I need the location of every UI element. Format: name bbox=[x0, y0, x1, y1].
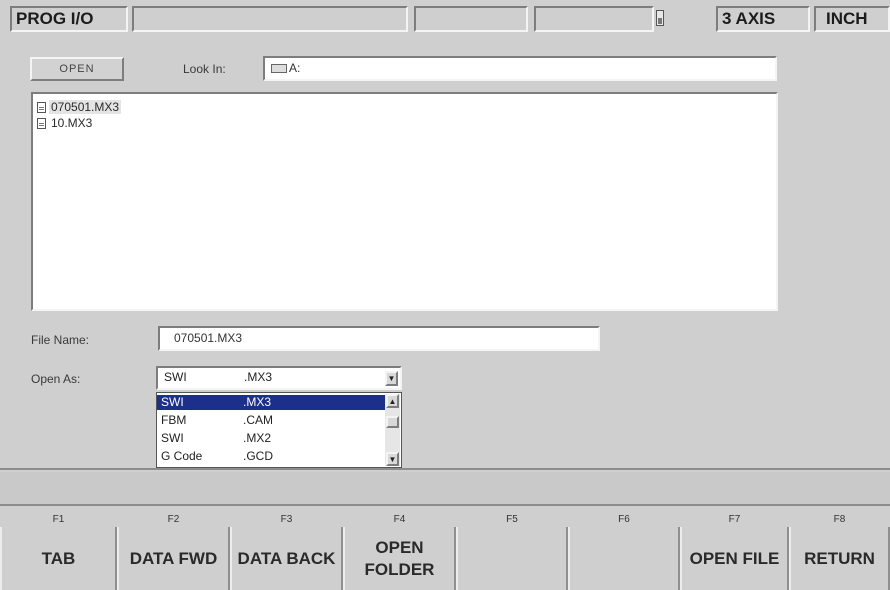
file-name: 070501.MX3 bbox=[49, 100, 122, 114]
dropdown-scrollbar[interactable]: ▲ ▼ bbox=[385, 394, 400, 466]
look-in-value: A: bbox=[289, 61, 301, 75]
dropdown-option[interactable]: SWI .MX3 bbox=[157, 395, 385, 410]
status-field-2 bbox=[414, 6, 528, 32]
f7-key-number: F7 bbox=[728, 514, 741, 525]
dropdown-option[interactable]: FBM .CAM bbox=[157, 413, 385, 428]
document-icon bbox=[37, 117, 46, 129]
status-field-1 bbox=[132, 6, 408, 32]
f2-data-fwd-button[interactable]: DATA FWD bbox=[117, 527, 230, 590]
list-item[interactable]: 10.MX3 bbox=[37, 116, 94, 130]
f1-tab-button[interactable]: TAB bbox=[0, 527, 117, 590]
f5-button[interactable] bbox=[456, 527, 568, 590]
mode-label: PROG I/O bbox=[16, 9, 94, 28]
units-indicator: INCH bbox=[814, 6, 890, 32]
drive-icon bbox=[271, 64, 287, 74]
f8-key-number: F8 bbox=[833, 514, 846, 525]
f3-key-number: F3 bbox=[280, 514, 293, 525]
axis-indicator: 3 AXIS bbox=[716, 6, 810, 32]
look-in-field[interactable]: A: bbox=[263, 56, 777, 81]
document-icon bbox=[37, 101, 46, 113]
battery-icon bbox=[656, 10, 664, 26]
f6-key-number: F6 bbox=[618, 514, 630, 525]
scrollbar-thumb[interactable] bbox=[386, 416, 399, 428]
f7-open-file-button[interactable]: OPEN FILE bbox=[680, 527, 789, 590]
open-button[interactable]: OPEN bbox=[30, 57, 124, 81]
f4-key-number: F4 bbox=[393, 514, 406, 525]
mode-indicator: PROG I/O bbox=[10, 6, 128, 32]
file-name-label: File Name: bbox=[31, 333, 90, 347]
list-item[interactable]: 070501.MX3 bbox=[37, 100, 122, 114]
file-name: 10.MX3 bbox=[51, 116, 93, 130]
status-field-3 bbox=[534, 6, 654, 32]
f6-button[interactable] bbox=[568, 527, 680, 590]
f8-return-button[interactable]: RETURN bbox=[789, 527, 890, 590]
file-list[interactable]: 070501.MX3 10.MX3 bbox=[31, 92, 778, 311]
divider bbox=[0, 504, 890, 506]
f3-data-back-button[interactable]: DATA BACK bbox=[230, 527, 343, 590]
chevron-down-icon[interactable]: ▼ bbox=[385, 371, 398, 386]
open-as-select[interactable]: SWI .MX3 ▼ bbox=[156, 366, 402, 390]
f1-key-number: F1 bbox=[52, 514, 65, 525]
open-as-label: Open As: bbox=[31, 372, 81, 386]
chevron-up-icon[interactable]: ▲ bbox=[386, 394, 399, 408]
units-label: INCH bbox=[826, 9, 868, 28]
f2-key-number: F2 bbox=[167, 514, 180, 525]
file-name-input[interactable]: 070501.MX3 bbox=[158, 326, 600, 351]
divider bbox=[0, 468, 890, 470]
dropdown-option[interactable]: SWI .MX2 bbox=[157, 431, 385, 446]
f4-open-folder-button[interactable]: OPEN FOLDER bbox=[343, 527, 456, 590]
chevron-down-icon[interactable]: ▼ bbox=[386, 452, 399, 466]
open-as-dropdown[interactable]: SWI .MX3 FBM .CAM SWI .MX2 G Code .GCD ▲… bbox=[156, 392, 402, 468]
message-bar bbox=[0, 472, 890, 504]
dropdown-option[interactable]: G Code .GCD bbox=[157, 449, 385, 464]
look-in-label: Look In: bbox=[183, 62, 226, 76]
f5-key-number: F5 bbox=[506, 514, 518, 525]
axis-label: 3 AXIS bbox=[722, 9, 776, 28]
